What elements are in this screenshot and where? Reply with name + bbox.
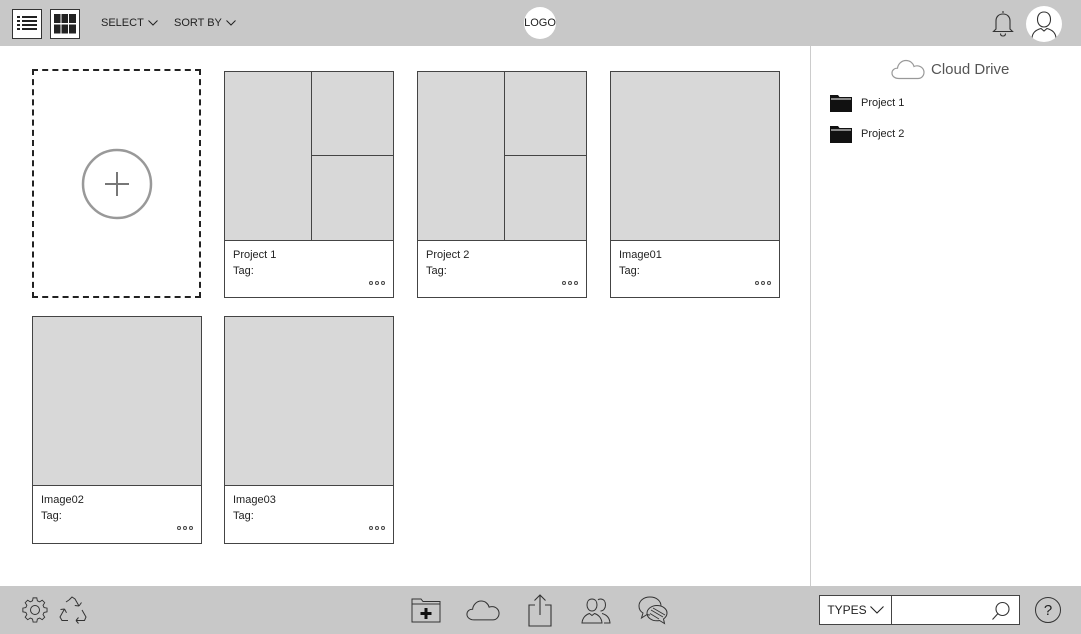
more-options-icon[interactable] [755,281,771,285]
chat-button[interactable] [636,593,670,627]
card-title: Image01 [619,249,662,261]
more-options-icon[interactable] [562,281,578,285]
sort-by-label: SORT BY [174,17,222,29]
more-options-icon[interactable] [369,281,385,285]
card-title: Image03 [233,494,276,506]
card-thumbnail [225,72,393,241]
grid-view-icon [54,14,76,34]
card-thumbnail [33,317,201,486]
project-card[interactable]: Project 2 Tag: [417,71,587,298]
more-options-icon[interactable] [177,526,193,530]
types-filter-dropdown[interactable]: TYPES [819,595,892,625]
folder-icon [830,126,852,143]
card-title: Image02 [41,494,84,506]
sort-by-dropdown[interactable]: SORT BY [174,17,236,29]
chevron-down-icon [869,606,884,614]
cloud-button[interactable] [466,593,500,627]
top-toolbar: SELECT SORT BY LOGO [0,0,1081,46]
image-card[interactable]: Image02 Tag: [32,316,202,544]
card-thumbnail [418,72,586,241]
folder-label: Project 2 [861,128,905,140]
cloud-drive-header: Cloud Drive [891,58,1009,80]
user-avatar[interactable] [1026,6,1062,42]
settings-icon [22,597,48,623]
recycle-icon [59,596,87,624]
folder-label: Project 1 [861,97,905,109]
cloud-drive-title: Cloud Drive [931,60,1010,78]
help-button[interactable]: ? [1035,597,1061,623]
users-button[interactable] [579,593,613,627]
image-card[interactable]: Image03 Tag: [224,316,394,544]
types-label: TYPES [827,603,867,617]
card-tag: Tag: [233,265,254,277]
chevron-down-icon [147,20,158,26]
card-tag: Tag: [619,265,640,277]
logo[interactable]: LOGO [524,7,556,39]
folder-icon [830,95,852,112]
share-button[interactable] [523,593,557,627]
project-card[interactable]: Project 1 Tag: [224,71,394,298]
bottom-toolbar: TYPES ? [0,586,1081,634]
select-label: SELECT [101,17,144,29]
new-folder-icon [411,598,441,623]
chevron-down-icon [226,20,236,26]
sidebar-folder-project-2[interactable]: Project 2 [830,125,904,143]
card-thumbnail [225,317,393,486]
card-tag: Tag: [233,510,254,522]
cloud-icon [466,600,500,621]
cloud-drive-panel: Cloud Drive Project 1 Project 2 [810,46,1081,586]
search-icon[interactable] [991,601,1011,621]
list-view-icon [17,16,37,30]
card-title: Project 1 [233,249,277,261]
user-avatar-icon [1031,11,1057,39]
card-tag: Tag: [41,510,62,522]
new-folder-button[interactable] [409,593,443,627]
recycle-button[interactable] [56,593,90,627]
bell-icon [992,11,1014,37]
cloud-icon [891,59,925,80]
card-title: Project 2 [426,249,470,261]
image-card[interactable]: Image01 Tag: [610,71,780,298]
settings-button[interactable] [18,593,52,627]
card-tag: Tag: [426,265,447,277]
share-icon [528,594,552,627]
list-view-button[interactable] [12,9,42,39]
search-box [891,595,1020,625]
logo-text: LOGO [524,17,556,29]
help-icon: ? [1043,601,1053,619]
select-dropdown[interactable]: SELECT [101,17,158,29]
chat-icon [638,596,668,625]
project-grid: Project 1 Tag: Project 2 Tag: Image01 Ta… [0,46,810,586]
grid-view-button[interactable] [50,9,80,39]
more-options-icon[interactable] [369,526,385,530]
notifications-button[interactable] [989,8,1017,38]
add-icon [81,148,152,219]
search-input[interactable] [898,602,988,620]
card-thumbnail [611,72,779,241]
sidebar-folder-project-1[interactable]: Project 1 [830,94,904,112]
add-project-button[interactable] [32,69,201,298]
users-icon [581,598,611,624]
